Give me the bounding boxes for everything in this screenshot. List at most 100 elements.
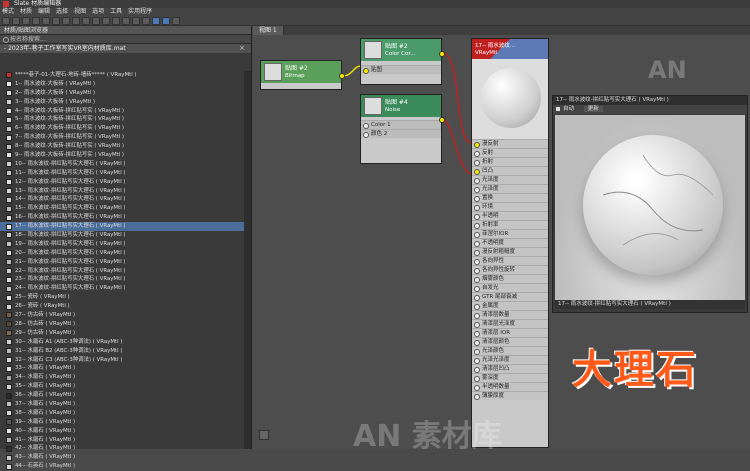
- noise-node[interactable]: 贴图 #4 Noise Color 1 颜色 2: [360, 94, 445, 164]
- list-item[interactable]: 26-- 瓷砖 ( VRayMtl ): [0, 302, 245, 311]
- vraymtl-slot[interactable]: 半透明数量: [472, 382, 548, 391]
- list-item[interactable]: 43-- 水磨石 ( VRayMtl ): [0, 453, 245, 462]
- vraymtl-slot[interactable]: 反射: [472, 148, 548, 157]
- vraymtl-slot[interactable]: 各向异性: [472, 256, 548, 265]
- list-item[interactable]: 9-- 雨水波纹-大板砖-拼红贴写实 ( VRayMtl ): [0, 151, 245, 160]
- vraymtl-slot[interactable]: 光泽度: [472, 175, 548, 184]
- list-item[interactable]: 39-- 水磨石 ( VRayMtl ): [0, 418, 245, 427]
- menu-view[interactable]: 视图: [74, 8, 86, 16]
- hide-unused-button[interactable]: [72, 17, 80, 25]
- vraymtl-slot[interactable]: 清漆层凹凸: [472, 364, 548, 373]
- browser-search-input[interactable]: 按名称搜索...: [0, 35, 251, 44]
- list-item[interactable]: 23-- 雨水波纹-拼红贴写实大理石 ( VRayMtl ): [0, 275, 245, 284]
- vraymtl-slot[interactable]: 清漆层颜色: [472, 337, 548, 346]
- list-item[interactable]: 19-- 雨水波纹-拼红贴写实大理石 ( VRayMtl ): [0, 240, 245, 249]
- list-item[interactable]: 14-- 雨水波纹-拼红贴写实大理石 ( VRayMtl ): [0, 195, 245, 204]
- delete-button[interactable]: [52, 17, 60, 25]
- material-id-button[interactable]: [122, 17, 130, 25]
- list-item[interactable]: 38-- 水磨石 ( VRayMtl ): [0, 409, 245, 418]
- show-end-result-button[interactable]: [92, 17, 100, 25]
- vraymtl-slot[interactable]: 漫反射粗糙度: [472, 247, 548, 256]
- list-item[interactable]: 7-- 雨水波纹-大板砖-拼红贴写实 ( VRayMtl ): [0, 133, 245, 142]
- parameter-editor-button[interactable]: [152, 17, 160, 25]
- vraymtl-slot[interactable]: GTR 尾部衰减: [472, 292, 548, 301]
- vraymtl-slot[interactable]: 菲涅尔IOR: [472, 229, 548, 238]
- noise-output-socket[interactable]: [439, 117, 445, 123]
- bitmap-node[interactable]: 贴图 #2 Bitmap: [260, 60, 345, 90]
- vraymtl-slot[interactable]: 烟雾颜色: [472, 274, 548, 283]
- cc-output-socket[interactable]: [439, 51, 445, 57]
- vraymtl-slot[interactable]: 置换: [472, 193, 548, 202]
- vraymtl-slot[interactable]: 折射: [472, 157, 548, 166]
- list-item[interactable]: 3-- 雨水波纹-大板砖 ( VRayMtl ): [0, 98, 245, 107]
- vraymtl-slot[interactable]: 光泽光泽度: [472, 355, 548, 364]
- menu-mode[interactable]: 模式: [2, 8, 14, 16]
- list-item[interactable]: 18-- 雨水波纹-拼红贴写实大理石 ( VRayMtl ): [0, 231, 245, 240]
- vraymtl-slot[interactable]: 清漆层数量: [472, 310, 548, 319]
- sample-type-button[interactable]: [142, 17, 150, 25]
- menu-edit[interactable]: 编辑: [38, 8, 50, 16]
- vraymtl-slot[interactable]: 各向异性旋转: [472, 265, 548, 274]
- list-item[interactable]: 31-- 水磨石 B2 (ABC-3种调法) ( VRayMtl ): [0, 347, 245, 356]
- layout-children-button[interactable]: [112, 17, 120, 25]
- list-item[interactable]: 11-- 雨水波纹-拼红贴写实大理石 ( VRayMtl ): [0, 169, 245, 178]
- menu-utilities[interactable]: 实用程序: [128, 8, 152, 16]
- noise-color2-slot[interactable]: 颜色 2: [361, 129, 441, 138]
- library-header[interactable]: - 2023年-巷子工作室写实VR室内材质库.mat ×: [0, 44, 251, 53]
- list-item[interactable]: 10-- 雨水波纹-拼红贴写实大理石 ( VRayMtl ): [0, 160, 245, 169]
- layout-button[interactable]: [102, 17, 110, 25]
- vraymtl-slot[interactable]: 折射率: [472, 220, 548, 229]
- list-item[interactable]: 22-- 雨水波纹-拼红贴写实大理石 ( VRayMtl ): [0, 267, 245, 276]
- menu-options[interactable]: 选项: [92, 8, 104, 16]
- list-item[interactable]: 34-- 水磨石 ( VRayMtl ): [0, 373, 245, 382]
- list-item[interactable]: 17-- 雨水波纹-拼红贴写实大理石 ( VRayMtl ): [0, 222, 245, 232]
- vraymtl-slot[interactable]: 金属度: [472, 301, 548, 310]
- list-item[interactable]: 44-- 石英石 ( VRayMtl ): [0, 462, 245, 471]
- pan-tool-button[interactable]: [12, 17, 20, 25]
- list-item[interactable]: *****巷子-01-大理石-地砖-墙砖***** ( VRayMtl ): [0, 71, 245, 80]
- auto-update-checkbox[interactable]: 自动: [563, 106, 574, 112]
- browser-toggle-button[interactable]: [172, 17, 180, 25]
- navigator-toggle-icon[interactable]: [259, 430, 269, 440]
- list-item[interactable]: 27-- 仿古砖 ( VRayMtl ): [0, 311, 245, 320]
- vraymtl-node-header[interactable]: 17-- 雨水波纹... VRayMtl: [472, 39, 548, 59]
- noise-color1-slot[interactable]: Color 1: [361, 120, 441, 129]
- cc-node-header[interactable]: 贴图 #2 Color Cor...: [361, 39, 441, 61]
- list-item[interactable]: 35-- 水磨石 ( VRayMtl ): [0, 382, 245, 391]
- vraymtl-slot[interactable]: 半透明: [472, 211, 548, 220]
- material-preview-window[interactable]: 17-- 雨水波纹-拼红贴写实大理石 ( VRayMtl ) 自动 更新 17-…: [552, 95, 748, 313]
- vraymtl-slot[interactable]: 不透明度: [472, 238, 548, 247]
- list-item[interactable]: 2-- 雨水波纹-大板砖 ( VRayMtl ): [0, 89, 245, 98]
- vraymtl-slot[interactable]: 凹凸: [472, 166, 548, 175]
- navigator-button[interactable]: [162, 17, 170, 25]
- cc-map-slot[interactable]: 贴图: [361, 65, 441, 74]
- vraymtl-slot[interactable]: 环境: [472, 202, 548, 211]
- vraymtl-slot[interactable]: 薄膜厚度: [472, 391, 548, 400]
- bitmap-node-header[interactable]: 贴图 #2 Bitmap: [261, 61, 341, 83]
- assign-material-button[interactable]: [42, 17, 50, 25]
- list-item[interactable]: 5-- 雨水波纹-大板砖-拼红贴写实 ( VRayMtl ): [0, 115, 245, 124]
- menu-select[interactable]: 选择: [56, 8, 68, 16]
- list-item[interactable]: 30-- 水磨石 A1 (ABC-3种调法) ( VRayMtl ): [0, 338, 245, 347]
- list-item[interactable]: 21-- 雨水波纹-拼红贴写实大理石 ( VRayMtl ): [0, 258, 245, 267]
- browser-scrollbar[interactable]: [244, 71, 251, 449]
- list-item[interactable]: 20-- 雨水波纹-拼红贴写实大理石 ( VRayMtl ): [0, 249, 245, 258]
- list-item[interactable]: 15-- 雨水波纹-拼红贴写实大理石 ( VRayMtl ): [0, 204, 245, 213]
- list-item[interactable]: 32-- 水磨石 C3 (ABC-3种调法) ( VRayMtl ): [0, 356, 245, 365]
- list-item[interactable]: 25-- 瓷砖 ( VRayMtl ): [0, 293, 245, 302]
- noise-node-header[interactable]: 贴图 #4 Noise: [361, 95, 441, 117]
- menu-tools[interactable]: 工具: [110, 8, 122, 16]
- vraymtl-slot[interactable]: 清漆层光泽度: [472, 319, 548, 328]
- list-item[interactable]: 24-- 雨水波纹-拼红贴写实大理石 ( VRayMtl ): [0, 284, 245, 293]
- vraymtl-slot[interactable]: 光泽度: [472, 184, 548, 193]
- vraymtl-node[interactable]: 17-- 雨水波纹... VRayMtl 漫反射 反射 折射 凹凸 光泽度 光泽度 置换 环境…: [471, 38, 549, 448]
- vraymtl-slot[interactable]: 雾深度: [472, 373, 548, 382]
- show-map-button[interactable]: [82, 17, 90, 25]
- list-item[interactable]: 4-- 雨水波纹-大板砖-拼红贴写实 ( VRayMtl ): [0, 107, 245, 116]
- list-item[interactable]: 33-- 水磨石 ( VRayMtl ): [0, 364, 245, 373]
- color-correction-node[interactable]: 贴图 #2 Color Cor... 贴图: [360, 38, 445, 85]
- move-children-button[interactable]: [62, 17, 70, 25]
- vraymtl-slot[interactable]: 漫反射: [472, 139, 548, 148]
- vraymtl-slot[interactable]: 清漆层 IOR: [472, 328, 548, 337]
- list-item[interactable]: 12-- 雨水波纹-拼红贴写实大理石 ( VRayMtl ): [0, 178, 245, 187]
